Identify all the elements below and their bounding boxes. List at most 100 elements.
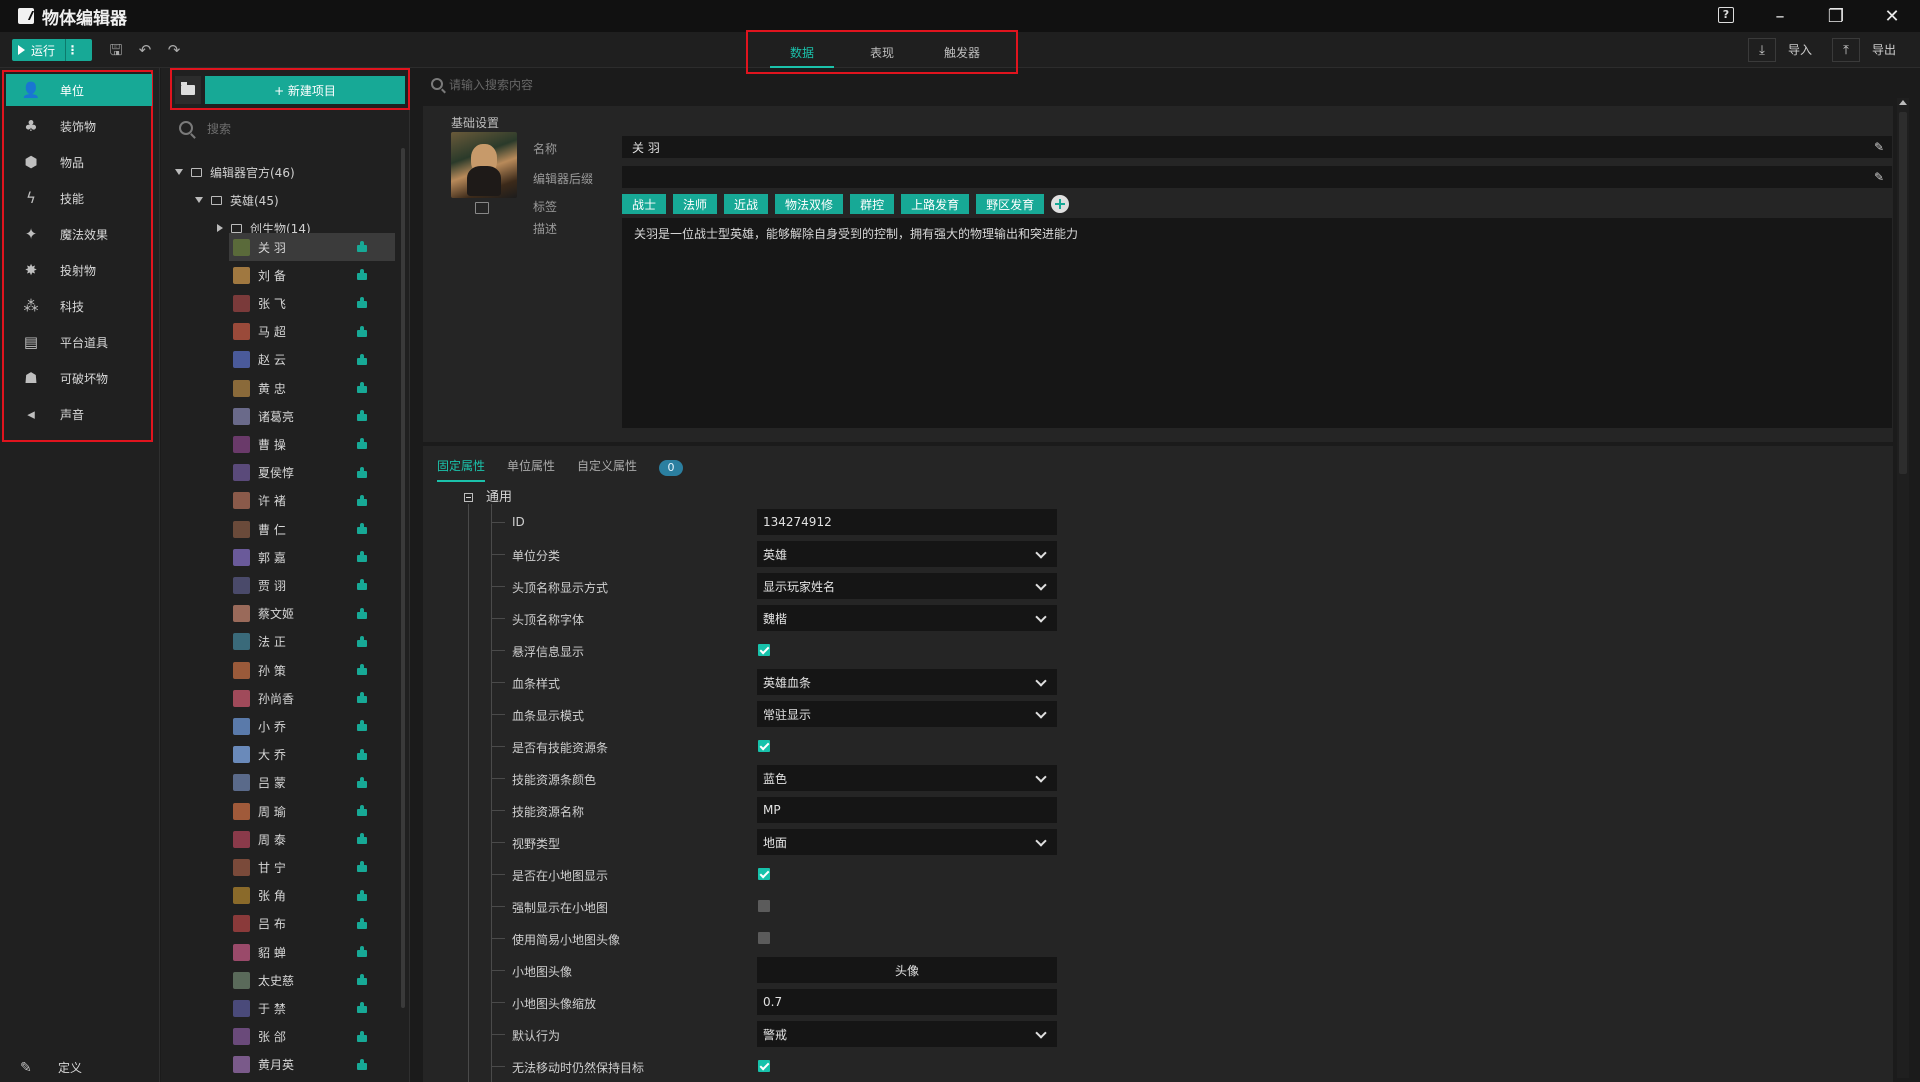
tab-2[interactable]: 触发器	[922, 36, 1002, 68]
hero-list-item[interactable]: 张 飞	[229, 289, 395, 317]
hero-list-item[interactable]: 于 禁	[229, 994, 395, 1022]
hero-list-item[interactable]: 小 乔	[229, 712, 395, 740]
property-dropdown[interactable]: 英雄血条	[757, 669, 1057, 695]
thumbs-up-icon[interactable]	[357, 1030, 367, 1042]
hero-list-item[interactable]: 貂 蝉	[229, 938, 395, 966]
import-button[interactable]: ⤓ 导入	[1748, 38, 1824, 62]
run-button[interactable]: 运行 ⋮	[12, 39, 92, 61]
thumbs-up-icon[interactable]	[357, 692, 367, 704]
thumbs-up-icon[interactable]	[357, 438, 367, 450]
hero-list-item[interactable]: 孙尚香	[229, 684, 395, 712]
hero-list-item[interactable]: 张 郃	[229, 1023, 395, 1051]
thumbs-up-icon[interactable]	[357, 579, 367, 591]
property-input[interactable]: 134274912	[757, 509, 1057, 535]
thumbs-up-icon[interactable]	[357, 297, 367, 309]
restore-button[interactable]: ❐	[1808, 0, 1864, 32]
hero-list-item[interactable]: 太史慈	[229, 966, 395, 994]
hero-list-item[interactable]: 周 瑜	[229, 797, 395, 825]
property-input[interactable]: 0.7	[757, 989, 1057, 1015]
category-item-5[interactable]: ✸ 投射物	[6, 254, 152, 286]
thumbs-up-icon[interactable]	[357, 805, 367, 816]
thumbs-up-icon[interactable]	[357, 974, 367, 986]
thumbs-up-icon[interactable]	[357, 551, 367, 563]
property-dropdown[interactable]: 魏楷	[757, 605, 1057, 631]
hero-list-item[interactable]: 吕 布	[229, 910, 395, 938]
property-dropdown[interactable]: 英雄	[757, 541, 1057, 567]
thumbs-up-icon[interactable]	[357, 382, 367, 393]
hero-list-item[interactable]: 夏侯惇	[229, 459, 395, 487]
edit-pencil-icon[interactable]: ✎	[1874, 140, 1884, 154]
tree-node-heroes[interactable]: 英雄(45)	[195, 188, 279, 212]
description-field[interactable]: 关羽是一位战士型英雄，能够解除自身受到的控制，拥有强大的物理输出和突进能力	[622, 218, 1892, 428]
hero-list-item[interactable]: 诸葛亮	[229, 402, 395, 430]
hero-list-item[interactable]: 曹 仁	[229, 515, 395, 543]
open-folder-button[interactable]	[175, 76, 201, 104]
tag-chip[interactable]: 近战	[724, 194, 769, 214]
tag-chip[interactable]: 上路发育	[901, 194, 970, 214]
scroll-up-arrow-icon[interactable]	[1899, 100, 1907, 105]
hero-list-item[interactable]: 甘 宁	[229, 853, 395, 881]
editor-suffix-field[interactable]: ✎	[622, 166, 1892, 188]
hero-list-item[interactable]: 黄月英	[229, 1051, 395, 1079]
add-tag-icon[interactable]	[1051, 195, 1070, 213]
category-item-3[interactable]: ϟ 技能	[6, 182, 152, 214]
thumbs-up-icon[interactable]	[357, 353, 367, 365]
hero-list-item[interactable]: 郭 嘉	[229, 543, 395, 571]
category-item-6[interactable]: ⁂ 科技	[6, 290, 152, 322]
hero-list-item[interactable]: 周 泰	[229, 825, 395, 853]
hero-list-item[interactable]: 刘 备	[229, 261, 395, 289]
thumbs-up-icon[interactable]	[357, 917, 367, 929]
hero-list-item[interactable]: 孙 策	[229, 656, 395, 684]
thumbs-up-icon[interactable]	[357, 833, 367, 845]
help-icon[interactable]: ?	[1718, 7, 1734, 23]
category-item-7[interactable]: ▤ 平台道具	[6, 326, 152, 358]
thumbs-up-icon[interactable]	[357, 748, 367, 760]
tree-node-root[interactable]: 编辑器官方(46)	[175, 160, 295, 184]
thumbs-up-icon[interactable]	[357, 776, 367, 788]
category-item-4[interactable]: ✦ 魔法效果	[6, 218, 152, 250]
thumbs-up-icon[interactable]	[357, 635, 367, 647]
hero-list-item[interactable]: 关 羽	[229, 233, 395, 261]
property-dropdown[interactable]: 蓝色	[757, 765, 1057, 791]
tab-0[interactable]: 数据	[762, 36, 842, 68]
property-tab-1[interactable]: 单位属性	[507, 454, 555, 482]
hero-list-item[interactable]: 蔡文姬	[229, 600, 395, 628]
tree-scrollbar[interactable]	[401, 148, 405, 1008]
hero-list-item[interactable]: 张 角	[229, 882, 395, 910]
main-scrollbar-thumb[interactable]	[1899, 112, 1907, 474]
close-button[interactable]: ✕	[1864, 0, 1920, 32]
thumbs-up-icon[interactable]	[357, 241, 367, 252]
property-input[interactable]: MP	[757, 797, 1057, 823]
new-project-button[interactable]: + 新建项目	[205, 76, 405, 104]
tree-search-input[interactable]: 搜索	[175, 116, 405, 140]
thumbs-up-icon[interactable]	[357, 861, 367, 873]
property-button[interactable]: 头像	[757, 957, 1057, 983]
thumbs-up-icon[interactable]	[357, 1002, 367, 1014]
hero-list-item[interactable]: 法 正	[229, 628, 395, 656]
property-checkbox[interactable]	[758, 644, 770, 656]
edit-pencil-icon[interactable]: ✎	[1874, 170, 1884, 184]
thumbs-up-icon[interactable]	[357, 325, 367, 337]
hero-list-item[interactable]: 黄 忠	[229, 374, 395, 402]
collapse-group-icon[interactable]	[464, 493, 473, 502]
hero-list-item[interactable]: 大 乔	[229, 741, 395, 769]
property-dropdown[interactable]: 警戒	[757, 1021, 1057, 1047]
save-icon[interactable]: 🖫	[108, 42, 124, 58]
thumbs-up-icon[interactable]	[357, 523, 367, 534]
property-checkbox[interactable]	[758, 740, 770, 752]
thumbs-up-icon[interactable]	[357, 607, 367, 619]
thumbs-up-icon[interactable]	[357, 889, 367, 901]
thumbs-up-icon[interactable]	[357, 494, 367, 506]
thumbs-up-icon[interactable]	[357, 410, 367, 422]
hero-list-item[interactable]: 曹 操	[229, 430, 395, 458]
undo-icon[interactable]: ↶	[137, 42, 153, 58]
redo-icon[interactable]: ↷	[166, 42, 182, 58]
tag-chip[interactable]: 战士	[622, 194, 667, 214]
thumbs-up-icon[interactable]	[357, 720, 367, 732]
main-search-input[interactable]: 请输入搜索内容	[431, 70, 533, 98]
tag-chip[interactable]: 野区发育	[976, 194, 1045, 214]
property-checkbox[interactable]	[758, 932, 770, 944]
hero-portrait[interactable]	[451, 132, 517, 198]
property-dropdown[interactable]: 显示玩家姓名	[757, 573, 1057, 599]
property-tab-2[interactable]: 自定义属性	[577, 454, 637, 482]
